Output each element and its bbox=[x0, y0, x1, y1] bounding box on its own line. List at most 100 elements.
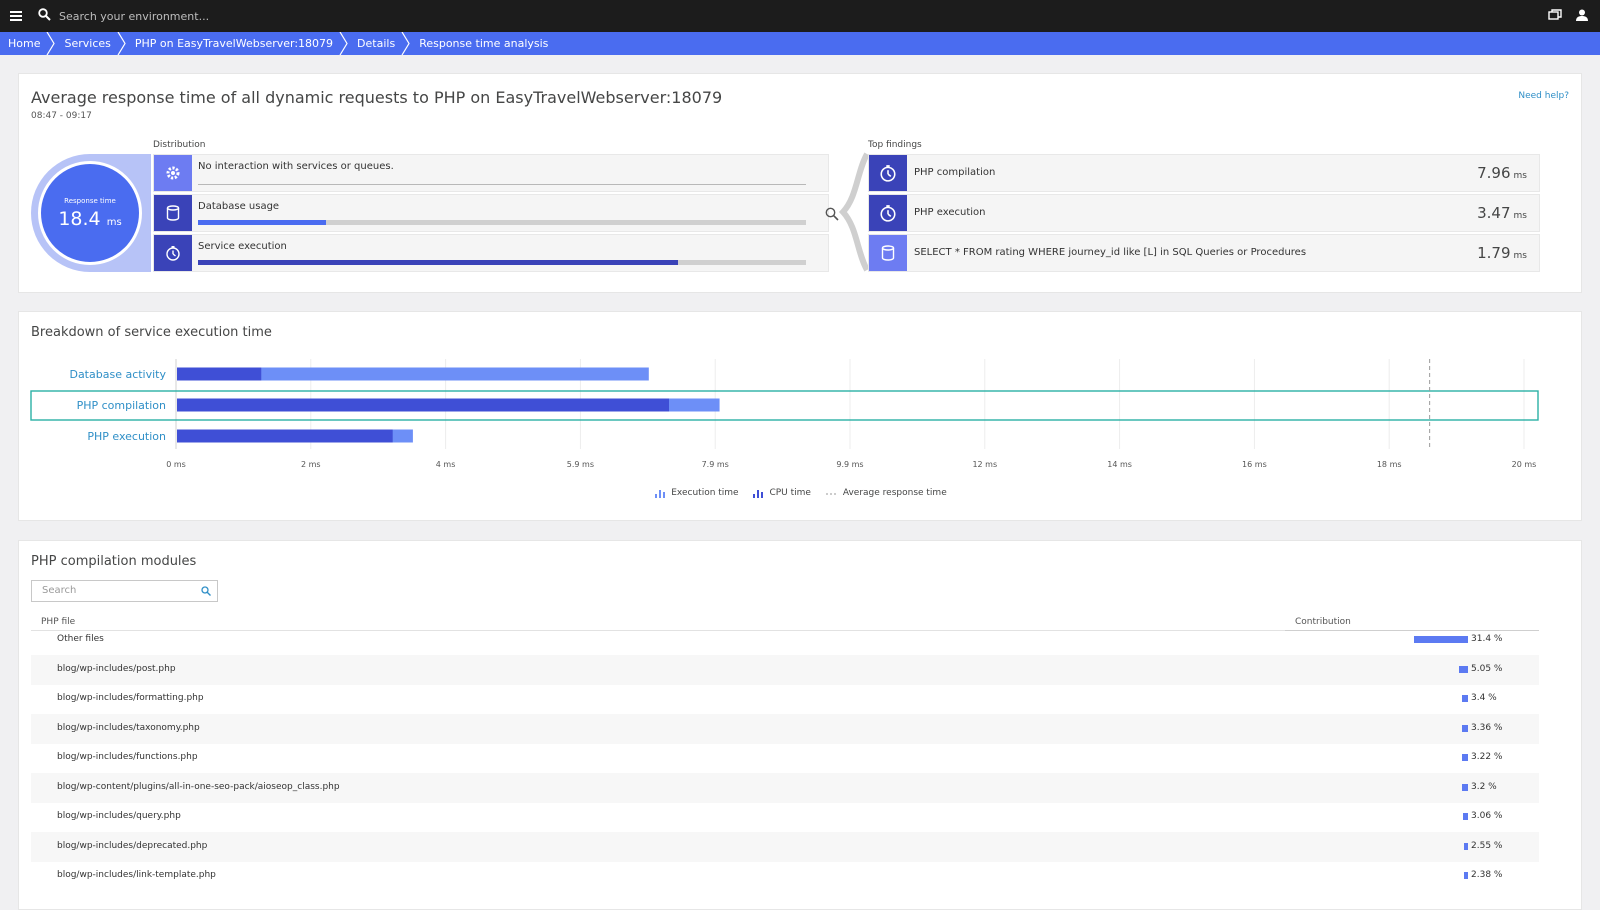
legend-execution-time[interactable]: Execution time bbox=[655, 488, 739, 498]
php-file-name: blog/wp-includes/formatting.php bbox=[57, 693, 204, 703]
breadcrumb-service[interactable]: PHP on EasyTravelWebserver:18079 bbox=[127, 32, 349, 55]
cpu-time-bar bbox=[177, 398, 670, 412]
distribution-row-service-execution[interactable]: Service execution bbox=[153, 234, 829, 272]
finding-value: 7.96 ms bbox=[1477, 164, 1527, 182]
legend-label: CPU time bbox=[769, 488, 811, 498]
breadcrumb-label: PHP on EasyTravelWebserver:18079 bbox=[134, 37, 334, 50]
database-usage-fill bbox=[198, 220, 326, 225]
x-tick-label: 7.9 ms bbox=[702, 460, 729, 469]
stopwatch-icon bbox=[869, 155, 907, 191]
response-time-number: 18.4 bbox=[58, 208, 101, 230]
breadcrumb-label: Details bbox=[357, 37, 396, 50]
table-row[interactable]: blog/wp-includes/deprecated.php 2.55 % bbox=[31, 831, 1539, 862]
magnifier-icon bbox=[825, 207, 839, 224]
response-time-value: 18.4 ms bbox=[41, 208, 139, 230]
finding-value: 1.79 ms bbox=[1477, 244, 1527, 262]
database-icon bbox=[869, 235, 907, 271]
contribution-bar bbox=[1459, 665, 1468, 673]
chart-legend: Execution time CPU time Average response… bbox=[19, 488, 1583, 501]
table-row[interactable]: blog/wp-includes/link-template.php 2.38 % bbox=[31, 861, 1539, 891]
x-tick-label: 0 ms bbox=[166, 460, 186, 469]
finding-value: 3.47 ms bbox=[1477, 204, 1527, 222]
finding-label: PHP execution bbox=[914, 207, 986, 218]
table-row[interactable]: blog/wp-content/plugins/all-in-one-seo-p… bbox=[31, 772, 1539, 803]
php-file-name: blog/wp-includes/deprecated.php bbox=[57, 840, 208, 851]
contribution-bar bbox=[1462, 695, 1468, 702]
cpu-time-bar bbox=[177, 429, 393, 443]
legend-label: Execution time bbox=[671, 488, 739, 498]
x-tick-label: 4 ms bbox=[436, 460, 456, 469]
legend-average-response-time[interactable]: Average response time bbox=[825, 488, 947, 498]
contribution-bar bbox=[1414, 636, 1468, 643]
contribution-bar bbox=[1462, 724, 1468, 732]
response-time-summary-panel: Average response time of all dynamic req… bbox=[18, 73, 1582, 293]
top-findings-label: Top findings bbox=[868, 140, 922, 150]
breadcrumb-details[interactable]: Details bbox=[349, 32, 411, 55]
breadcrumb-label: Response time analysis bbox=[419, 37, 549, 50]
modules-search-input[interactable] bbox=[42, 585, 192, 596]
contribution-percent: 3.06 % bbox=[1471, 811, 1503, 821]
environment-search-input[interactable] bbox=[59, 9, 359, 23]
x-tick-label: 12 ms bbox=[972, 460, 997, 469]
legend-label: Average response time bbox=[842, 488, 947, 498]
php-file-name: Other files bbox=[57, 634, 104, 644]
windows-icon[interactable] bbox=[1548, 8, 1562, 24]
category-label: PHP execution bbox=[87, 430, 166, 443]
bar-chart-icon bbox=[655, 489, 666, 498]
breakdown-chart: 0 ms 2 ms 4 ms 5.9 ms 7.9 ms 9.9 ms 12 ms 14 ms… bbox=[30, 359, 1539, 469]
finding-sql-query[interactable]: SELECT * FROM rating WHERE journey_id li… bbox=[868, 234, 1540, 272]
table-row[interactable]: blog/wp-includes/functions.php 3.22 % bbox=[31, 743, 1539, 773]
contribution-bar bbox=[1462, 754, 1468, 761]
contribution-percent: 2.38 % bbox=[1471, 870, 1503, 880]
table-row[interactable]: blog/wp-includes/taxonomy.php 3.36 % bbox=[31, 713, 1539, 744]
distribution-label: Distribution bbox=[153, 140, 206, 150]
user-icon[interactable] bbox=[1576, 9, 1588, 24]
legend-cpu-time[interactable]: CPU time bbox=[753, 488, 811, 498]
breadcrumb-current: Response time analysis bbox=[411, 32, 564, 55]
chevron-right-icon bbox=[117, 32, 126, 55]
table-row[interactable]: Other files 31.4 % bbox=[31, 625, 1539, 655]
contribution-percent: 3.36 % bbox=[1471, 722, 1503, 733]
chevron-right-icon bbox=[401, 32, 410, 55]
breadcrumb-services[interactable]: Services bbox=[56, 32, 126, 55]
distribution-track bbox=[198, 184, 806, 185]
distribution-row-database[interactable]: Database usage bbox=[153, 194, 829, 232]
breadcrumb-label: Services bbox=[64, 37, 111, 50]
modules-search bbox=[31, 580, 218, 602]
timeframe: 08:47 - 09:17 bbox=[31, 111, 92, 121]
finding-php-execution[interactable]: PHP execution 3.47 ms bbox=[868, 194, 1540, 232]
search-icon[interactable] bbox=[38, 8, 51, 24]
finding-unit: ms bbox=[1513, 251, 1527, 261]
dashed-line-icon bbox=[825, 493, 838, 494]
contribution-percent: 3.22 % bbox=[1471, 752, 1503, 762]
finding-unit: ms bbox=[1513, 171, 1527, 181]
distribution-row-label: Database usage bbox=[198, 201, 280, 212]
contribution-percent: 31.4 % bbox=[1471, 634, 1503, 644]
php-file-name: blog/wp-includes/post.php bbox=[57, 663, 176, 674]
environment-search bbox=[38, 8, 359, 24]
bar-chart-icon bbox=[753, 489, 764, 498]
finding-php-compilation[interactable]: PHP compilation 7.96 ms bbox=[868, 154, 1540, 192]
table-row[interactable]: blog/wp-includes/formatting.php 3.4 % bbox=[31, 684, 1539, 714]
service-execution-fill bbox=[198, 260, 679, 265]
breadcrumb: Home Services PHP on EasyTravelWebserver… bbox=[0, 32, 1600, 55]
php-file-name: blog/wp-includes/taxonomy.php bbox=[57, 722, 200, 733]
menu-icon[interactable] bbox=[0, 0, 32, 32]
search-icon[interactable] bbox=[201, 586, 211, 599]
gear-icon bbox=[154, 155, 192, 191]
stopwatch-icon bbox=[154, 235, 192, 271]
chevron-right-icon bbox=[339, 32, 348, 55]
php-file-name: blog/wp-includes/functions.php bbox=[57, 752, 198, 762]
finding-label: PHP compilation bbox=[914, 167, 996, 178]
table-row[interactable]: blog/wp-includes/query.php 3.06 % bbox=[31, 802, 1539, 832]
page-title: Average response time of all dynamic req… bbox=[31, 88, 723, 107]
need-help-link[interactable]: Need help? bbox=[1518, 91, 1569, 101]
stopwatch-icon bbox=[869, 195, 907, 231]
finding-number: 1.79 bbox=[1477, 244, 1511, 262]
x-tick-label: 18 ms bbox=[1377, 460, 1402, 469]
distribution-row-no-interaction[interactable]: No interaction with services or queues. bbox=[153, 154, 829, 192]
response-time-circle[interactable]: Response time 18.4 ms bbox=[38, 161, 142, 265]
table-row[interactable]: blog/wp-includes/post.php 5.05 % bbox=[31, 654, 1539, 685]
finding-number: 7.96 bbox=[1477, 164, 1511, 182]
breadcrumb-home[interactable]: Home bbox=[0, 32, 56, 55]
